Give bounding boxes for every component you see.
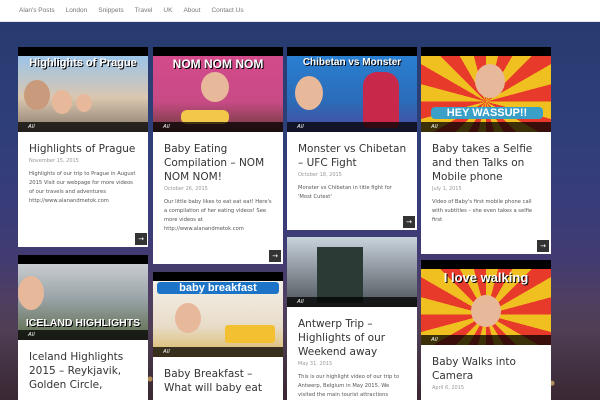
post-excerpt: Our little baby likes to eat eat eat! He… bbox=[164, 199, 272, 232]
post-title[interactable]: Monster vs Chibetan – UFC Fight bbox=[298, 142, 407, 170]
post-category[interactable]: All bbox=[18, 122, 148, 132]
nav-snippets[interactable]: Snippets bbox=[98, 7, 123, 14]
thumbnail-banner-text: baby breakfast bbox=[157, 282, 279, 294]
post-card: ICELAND HIGHLIGHTS All Iceland Highlight… bbox=[18, 255, 148, 400]
post-thumbnail[interactable]: HEY WASSUP!! All bbox=[421, 47, 551, 132]
post-thumbnail[interactable]: NOM NOM NOM All bbox=[153, 47, 283, 132]
nav-alans-posts[interactable]: Alan's Posts bbox=[19, 7, 55, 14]
thumbnail-banner-text: NOM NOM NOM bbox=[172, 57, 264, 71]
post-card: I love walking All Baby Walks into Camer… bbox=[421, 260, 551, 400]
post-category[interactable]: All bbox=[421, 122, 551, 132]
post-excerpt: Monster vs Chibetan in title fight for '… bbox=[298, 185, 392, 200]
post-title[interactable]: Highlights of Prague bbox=[29, 142, 138, 156]
post-excerpt: Highlights of our trip to Prague in Augu… bbox=[29, 171, 136, 204]
thumbnail-banner-text: HEY WASSUP!! bbox=[431, 107, 543, 119]
post-title[interactable]: Iceland Highlights 2015 – Reykjavik, Gol… bbox=[29, 350, 138, 392]
post-date: April 6, 2015 bbox=[432, 385, 465, 391]
top-navigation: Alan's Posts London Snippets Travel UK A… bbox=[0, 0, 600, 22]
thumbnail-banner-text: Highlights of Prague bbox=[29, 57, 137, 69]
post-date: July 1, 2015 bbox=[432, 186, 462, 192]
post-thumbnail[interactable]: I love walking All bbox=[421, 260, 551, 345]
post-card: HEY WASSUP!! All Baby takes a Selfie and… bbox=[421, 47, 551, 254]
post-card: NOM NOM NOM All Baby Eating Compilation … bbox=[153, 47, 283, 264]
read-more-arrow-icon[interactable]: → bbox=[269, 250, 281, 262]
post-thumbnail[interactable]: Chibetan vs Monster All bbox=[287, 47, 417, 132]
post-excerpt: This is our highlight video of our trip … bbox=[298, 374, 400, 398]
read-more-arrow-icon[interactable]: → bbox=[403, 216, 415, 228]
post-excerpt: Video of Baby's first mobile phone call … bbox=[432, 199, 533, 223]
post-thumbnail[interactable]: ICELAND HIGHLIGHTS All bbox=[18, 255, 148, 340]
post-thumbnail[interactable]: baby breakfast All bbox=[153, 272, 283, 357]
post-card: Highlights of Prague All Highlights of P… bbox=[18, 47, 148, 247]
post-title[interactable]: Baby takes a Selfie and then Talks on Mo… bbox=[432, 142, 541, 184]
post-category[interactable]: All bbox=[287, 122, 417, 132]
post-card: baby breakfast All Baby Breakfast – What… bbox=[153, 272, 283, 400]
post-category[interactable]: All bbox=[153, 122, 283, 132]
post-thumbnail[interactable]: Highlights of Prague All bbox=[18, 47, 148, 132]
thumbnail-photo bbox=[421, 56, 551, 132]
read-more-arrow-icon[interactable]: → bbox=[537, 240, 549, 252]
post-title[interactable]: Baby Eating Compilation – NOM NOM NOM! bbox=[164, 142, 273, 184]
post-date: November 15, 2015 bbox=[29, 158, 79, 164]
thumbnail-banner-text: I love walking bbox=[443, 270, 529, 285]
thumbnail-banner-text: Chibetan vs Monster bbox=[302, 57, 402, 68]
post-date: October 26, 2015 bbox=[164, 186, 208, 192]
post-category[interactable]: All bbox=[287, 297, 417, 307]
thumbnail-banner-text: ICELAND HIGHLIGHTS bbox=[25, 317, 141, 329]
post-card: Chibetan vs Monster All Monster vs Chibe… bbox=[287, 47, 417, 230]
nav-travel[interactable]: Travel bbox=[135, 7, 153, 14]
post-card: All Antwerp Trip – Highlights of our Wee… bbox=[287, 237, 417, 400]
post-title[interactable]: Baby Walks into Camera bbox=[432, 355, 541, 383]
post-category[interactable]: All bbox=[153, 347, 283, 357]
post-category[interactable]: All bbox=[18, 330, 148, 340]
post-category[interactable]: All bbox=[421, 335, 551, 345]
nav-london[interactable]: London bbox=[66, 7, 88, 14]
read-more-arrow-icon[interactable]: → bbox=[135, 233, 147, 245]
post-date: October 18, 2015 bbox=[298, 172, 342, 178]
post-title[interactable]: Baby Breakfast – What will baby eat bbox=[164, 367, 273, 395]
nav-uk[interactable]: UK bbox=[163, 7, 172, 14]
nav-about[interactable]: About bbox=[183, 7, 200, 14]
post-title[interactable]: Antwerp Trip – Highlights of our Weekend… bbox=[298, 317, 407, 359]
post-thumbnail[interactable]: All bbox=[287, 237, 417, 307]
nav-contact-us[interactable]: Contact Us bbox=[211, 7, 243, 14]
post-date: May 31, 2015 bbox=[298, 361, 333, 367]
